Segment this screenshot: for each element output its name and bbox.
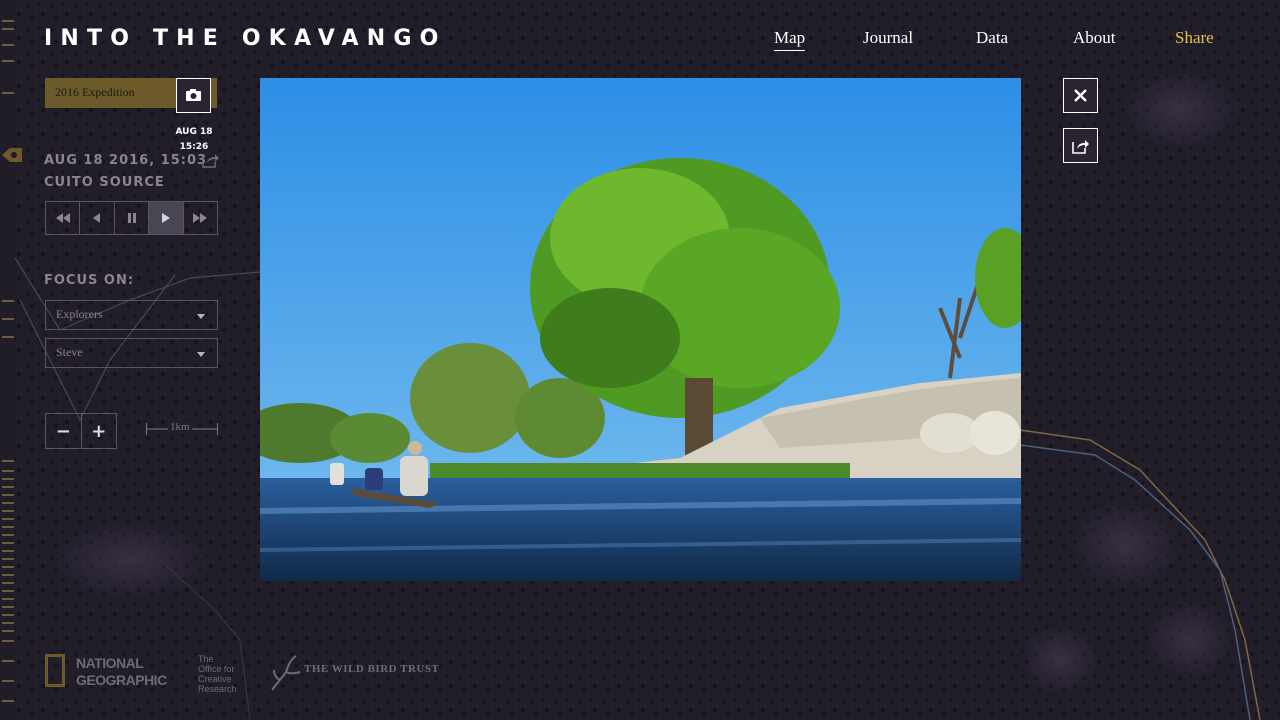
- zoom-out-button[interactable]: −: [46, 414, 82, 448]
- focus-category-value: Explorers: [56, 307, 103, 321]
- share-icon[interactable]: [202, 152, 219, 168]
- camera-icon: [186, 89, 201, 101]
- focus-label: FOCUS ON:: [44, 273, 135, 288]
- nav-share[interactable]: Share: [1175, 28, 1214, 48]
- focus-person-value: Steve: [56, 345, 83, 359]
- rewind-icon: [55, 213, 70, 223]
- share-button[interactable]: [1063, 128, 1098, 163]
- focus-person-select[interactable]: Steve: [45, 338, 218, 368]
- pause-button[interactable]: [115, 202, 150, 234]
- fast-forward-icon: [193, 213, 208, 223]
- playback-controls: [45, 201, 218, 235]
- river-photo-image: [260, 78, 1021, 581]
- timeline-marker-icon[interactable]: [2, 146, 24, 164]
- scale-label: 1km: [168, 421, 192, 433]
- camera-date: AUG 18: [175, 127, 213, 137]
- play-icon: [161, 213, 170, 223]
- play-button[interactable]: [149, 202, 184, 234]
- ocr-line3: Creative: [198, 674, 232, 684]
- share-icon: [1072, 139, 1089, 154]
- post-datetime: AUG 18 2016, 15:03: [44, 153, 208, 168]
- wbt-label: THE WILD BIRD TRUST: [304, 663, 440, 675]
- nav-journal[interactable]: Journal: [863, 28, 913, 48]
- chevron-down-icon: [197, 314, 205, 319]
- nav-data[interactable]: Data: [976, 28, 1008, 48]
- site-logo[interactable]: INTO THE OKAVANGO: [44, 26, 447, 51]
- camera-timestamp: AUG 18 15:26: [166, 125, 222, 155]
- plus-icon: +: [91, 420, 107, 442]
- nav-about[interactable]: About: [1073, 28, 1116, 48]
- zoom-controls: − +: [45, 413, 117, 449]
- minus-icon: −: [55, 420, 71, 442]
- office-creative-research-logo[interactable]: The Office for Creative Research: [198, 654, 237, 694]
- step-back-button[interactable]: [80, 202, 115, 234]
- ocr-line1: The: [198, 654, 214, 664]
- focus-category-select[interactable]: Explorers: [45, 300, 218, 330]
- national-geographic-logo[interactable]: NATIONAL GEOGRAPHIC: [45, 654, 173, 692]
- fast-forward-button[interactable]: [184, 202, 217, 234]
- natgeo-frame-icon: [45, 654, 65, 687]
- natgeo-line1: NATIONAL: [76, 655, 144, 671]
- nav-map[interactable]: Map: [774, 28, 806, 51]
- post-location: CUITO SOURCE: [44, 175, 165, 190]
- close-icon: [1074, 89, 1087, 102]
- wild-bird-trust-logo[interactable]: THE WILD BIRD TRUST: [268, 654, 448, 692]
- zoom-in-button[interactable]: +: [82, 414, 117, 448]
- rewind-button[interactable]: [46, 202, 81, 234]
- chevron-down-icon: [197, 352, 205, 357]
- map-scale: 1km: [146, 421, 218, 435]
- pause-icon: [127, 213, 136, 223]
- ocr-line4: Research: [198, 684, 237, 694]
- camera-button[interactable]: [176, 78, 211, 113]
- close-button[interactable]: [1063, 78, 1098, 113]
- ocr-line2: Office for: [198, 664, 235, 674]
- step-back-icon: [93, 213, 101, 223]
- bird-icon: [271, 655, 301, 691]
- expedition-label: 2016 Expedition: [55, 85, 135, 99]
- expedition-photo: [260, 78, 1021, 581]
- natgeo-line2: GEOGRAPHIC: [76, 672, 167, 688]
- timeline-strip[interactable]: [0, 0, 15, 720]
